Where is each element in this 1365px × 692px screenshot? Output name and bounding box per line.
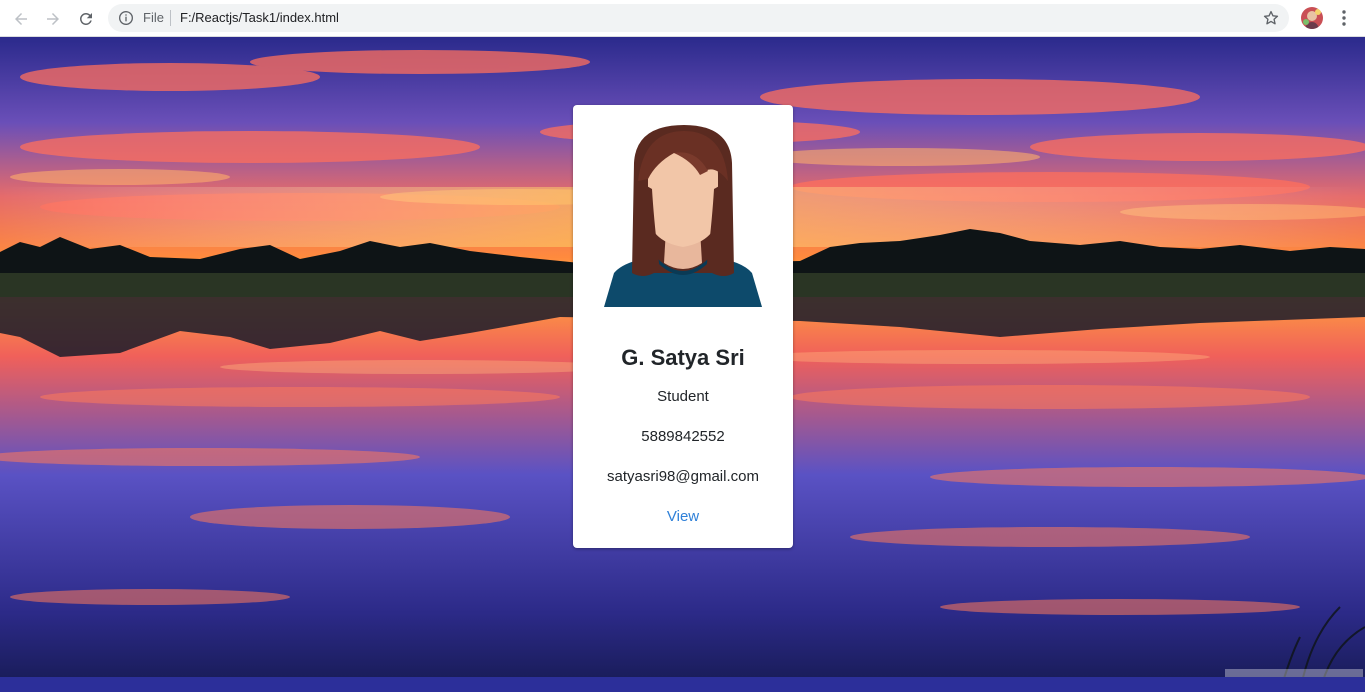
profile-picture <box>1301 7 1323 29</box>
profile-role: Student <box>657 388 709 405</box>
profile-card: G. Satya Sri Student 5889842552 satyasri… <box>573 105 793 548</box>
url-scheme-label: File <box>143 10 164 25</box>
info-icon[interactable] <box>118 10 134 26</box>
profile-phone: 5889842552 <box>641 428 725 445</box>
browser-toolbar: File F:/Reactjs/Task1/index.html <box>0 0 1365 37</box>
back-button[interactable] <box>10 8 32 30</box>
profile-email: satyasri98@gmail.com <box>607 468 759 485</box>
reload-icon <box>79 12 92 25</box>
view-link[interactable]: View <box>573 508 793 525</box>
profile-name: G. Satya Sri <box>621 345 745 370</box>
star-icon[interactable] <box>1262 9 1280 27</box>
profile-avatar[interactable] <box>1301 7 1323 29</box>
forward-button[interactable] <box>42 8 64 30</box>
reload-button[interactable] <box>75 8 97 30</box>
kebab-menu-icon[interactable] <box>1336 9 1352 27</box>
wallpaper-watermark <box>1225 669 1363 677</box>
arrow-right-icon <box>47 13 59 25</box>
address-bar[interactable]: File F:/Reactjs/Task1/index.html <box>108 4 1289 32</box>
arrow-left-icon <box>15 13 27 25</box>
omnibox-divider <box>170 10 171 26</box>
url-text[interactable]: F:/Reactjs/Task1/index.html <box>180 10 339 26</box>
female-avatar-illustration <box>604 125 762 307</box>
